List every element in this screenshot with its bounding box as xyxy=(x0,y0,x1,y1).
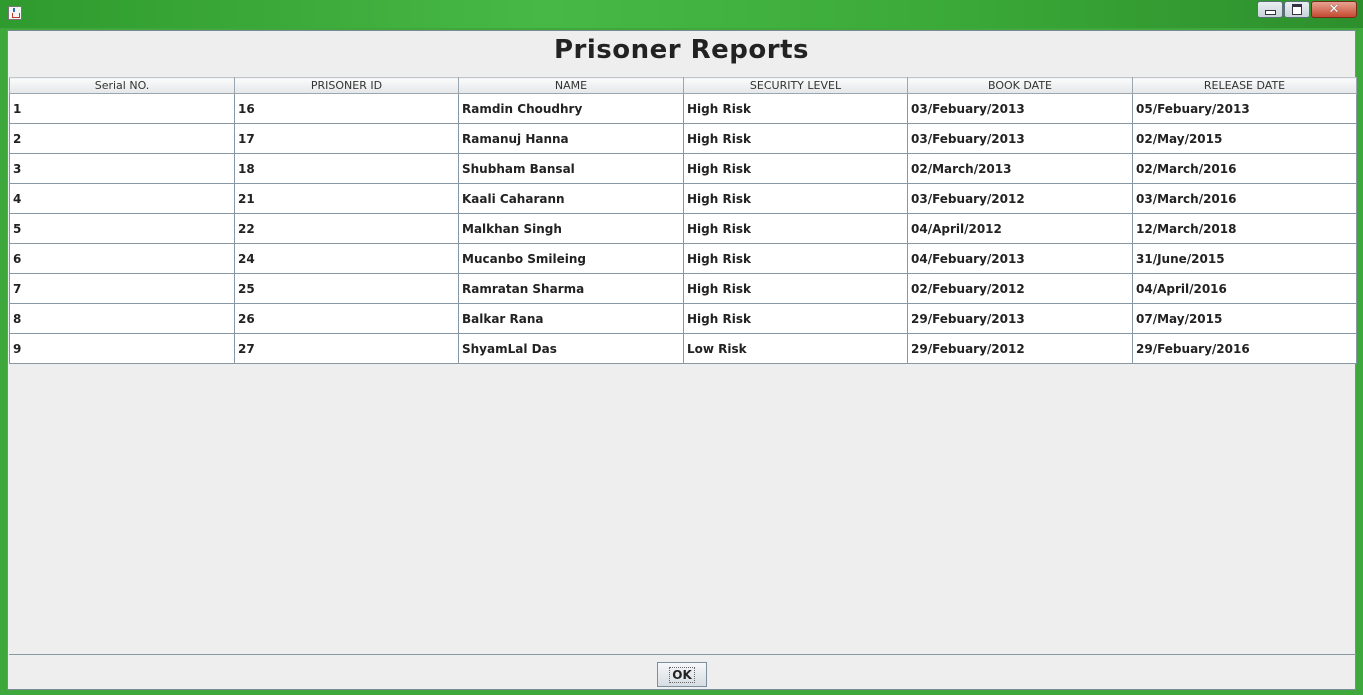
name-cell[interactable]: Kaali Caharann xyxy=(458,183,684,214)
prisoner-id-cell[interactable]: 27 xyxy=(234,333,459,364)
book-date-cell[interactable]: 02/Febuary/2012 xyxy=(907,273,1133,304)
window-titlebar[interactable]: ✕ xyxy=(0,0,1363,28)
table-header-row: Serial NO. PRISONER ID NAME SECURITY LEV… xyxy=(9,77,1357,94)
column-header-release-date[interactable]: RELEASE DATE xyxy=(1132,77,1357,94)
release-date-cell[interactable]: 04/April/2016 xyxy=(1132,273,1357,304)
release-date-cell[interactable]: 31/June/2015 xyxy=(1132,243,1357,274)
prisoner-id-cell[interactable]: 25 xyxy=(234,273,459,304)
serial-no-cell[interactable]: 1 xyxy=(9,93,235,124)
maximize-button[interactable] xyxy=(1284,1,1310,18)
security-level-cell[interactable]: High Risk xyxy=(683,93,908,124)
prisoner-table: Serial NO. PRISONER ID NAME SECURITY LEV… xyxy=(9,77,1357,364)
release-date-cell[interactable]: 07/May/2015 xyxy=(1132,303,1357,334)
prisoner-id-cell[interactable]: 22 xyxy=(234,213,459,244)
security-level-cell[interactable]: Low Risk xyxy=(683,333,908,364)
name-cell[interactable]: Balkar Rana xyxy=(458,303,684,334)
security-level-cell[interactable]: High Risk xyxy=(683,303,908,334)
column-header-serial-no[interactable]: Serial NO. xyxy=(9,77,235,94)
security-level-cell[interactable]: High Risk xyxy=(683,273,908,304)
table-row[interactable]: 9 27 ShyamLal Das Low Risk 29/Febuary/2012 29… xyxy=(9,333,1357,364)
table-row[interactable]: 7 25 Ramratan Sharma High Risk 02/Febuary/20… xyxy=(9,273,1357,304)
maximize-icon xyxy=(1292,4,1302,15)
serial-no-cell[interactable]: 9 xyxy=(9,333,235,364)
table-row[interactable]: 1 16 Ramdin Choudhry High Risk 03/Febuary/20… xyxy=(9,93,1357,124)
table-row[interactable]: 3 18 Shubham Bansal High Risk 02/March/2013 0… xyxy=(9,153,1357,184)
release-date-cell[interactable]: 29/Febuary/2016 xyxy=(1132,333,1357,364)
release-date-cell[interactable]: 02/May/2015 xyxy=(1132,123,1357,154)
security-level-cell[interactable]: High Risk xyxy=(683,123,908,154)
name-cell[interactable]: Ramanuj Hanna xyxy=(458,123,684,154)
close-icon: ✕ xyxy=(1328,2,1340,17)
name-cell[interactable]: Ramdin Choudhry xyxy=(458,93,684,124)
book-date-cell[interactable]: 03/Febuary/2013 xyxy=(907,123,1133,154)
book-date-cell[interactable]: 29/Febuary/2013 xyxy=(907,303,1133,334)
serial-no-cell[interactable]: 7 xyxy=(9,273,235,304)
prisoner-id-cell[interactable]: 17 xyxy=(234,123,459,154)
name-cell[interactable]: Malkhan Singh xyxy=(458,213,684,244)
name-cell[interactable]: Ramratan Sharma xyxy=(458,273,684,304)
security-level-cell[interactable]: High Risk xyxy=(683,213,908,244)
book-date-cell[interactable]: 03/Febuary/2013 xyxy=(907,93,1133,124)
prisoner-id-cell[interactable]: 21 xyxy=(234,183,459,214)
release-date-cell[interactable]: 05/Febuary/2013 xyxy=(1132,93,1357,124)
table-row[interactable]: 5 22 Malkhan Singh High Risk 04/April/2012 12… xyxy=(9,213,1357,244)
serial-no-cell[interactable]: 8 xyxy=(9,303,235,334)
table-row[interactable]: 2 17 Ramanuj Hanna High Risk 03/Febuary/2013… xyxy=(9,123,1357,154)
security-level-cell[interactable]: High Risk xyxy=(683,153,908,184)
serial-no-cell[interactable]: 5 xyxy=(9,213,235,244)
prisoner-id-cell[interactable]: 26 xyxy=(234,303,459,334)
minimize-icon xyxy=(1264,10,1276,15)
column-header-name[interactable]: NAME xyxy=(458,77,684,94)
book-date-cell[interactable]: 03/Febuary/2012 xyxy=(907,183,1133,214)
window-content: Prisoner Reports Serial NO. PRISONER ID … xyxy=(7,30,1357,690)
security-level-cell[interactable]: High Risk xyxy=(683,183,908,214)
name-cell[interactable]: Mucanbo Smileing xyxy=(458,243,684,274)
table-row[interactable]: 8 26 Balkar Rana High Risk 29/Febuary/2013 07… xyxy=(9,303,1357,334)
prisoner-id-cell[interactable]: 24 xyxy=(234,243,459,274)
name-cell[interactable]: ShyamLal Das xyxy=(458,333,684,364)
table-row[interactable]: 6 24 Mucanbo Smileing High Risk 04/Febuary/2… xyxy=(9,243,1357,274)
prisoner-id-cell[interactable]: 16 xyxy=(234,93,459,124)
release-date-cell[interactable]: 03/March/2016 xyxy=(1132,183,1357,214)
serial-no-cell[interactable]: 6 xyxy=(9,243,235,274)
book-date-cell[interactable]: 04/April/2012 xyxy=(907,213,1133,244)
java-app-icon xyxy=(8,6,22,20)
page-title: Prisoner Reports xyxy=(554,35,809,65)
serial-no-cell[interactable]: 4 xyxy=(9,183,235,214)
serial-no-cell[interactable]: 3 xyxy=(9,153,235,184)
table-scroll-area[interactable]: Serial NO. PRISONER ID NAME SECURITY LEV… xyxy=(9,77,1357,655)
column-header-prisoner-id[interactable]: PRISONER ID xyxy=(234,77,459,94)
book-date-cell[interactable]: 29/Febuary/2012 xyxy=(907,333,1133,364)
book-date-cell[interactable]: 02/March/2013 xyxy=(907,153,1133,184)
book-date-cell[interactable]: 04/Febuary/2013 xyxy=(907,243,1133,274)
ok-button[interactable]: OK xyxy=(657,662,707,687)
release-date-cell[interactable]: 02/March/2016 xyxy=(1132,153,1357,184)
serial-no-cell[interactable]: 2 xyxy=(9,123,235,154)
table-row[interactable]: 4 21 Kaali Caharann High Risk 03/Febuary/201… xyxy=(9,183,1357,214)
name-cell[interactable]: Shubham Bansal xyxy=(458,153,684,184)
ok-label: OK xyxy=(669,666,695,683)
column-header-book-date[interactable]: BOOK DATE xyxy=(907,77,1133,94)
minimize-button[interactable] xyxy=(1257,1,1283,18)
column-header-security-level[interactable]: SECURITY LEVEL xyxy=(683,77,908,94)
release-date-cell[interactable]: 12/March/2018 xyxy=(1132,213,1357,244)
close-button[interactable]: ✕ xyxy=(1311,1,1357,18)
prisoner-id-cell[interactable]: 18 xyxy=(234,153,459,184)
security-level-cell[interactable]: High Risk xyxy=(683,243,908,274)
